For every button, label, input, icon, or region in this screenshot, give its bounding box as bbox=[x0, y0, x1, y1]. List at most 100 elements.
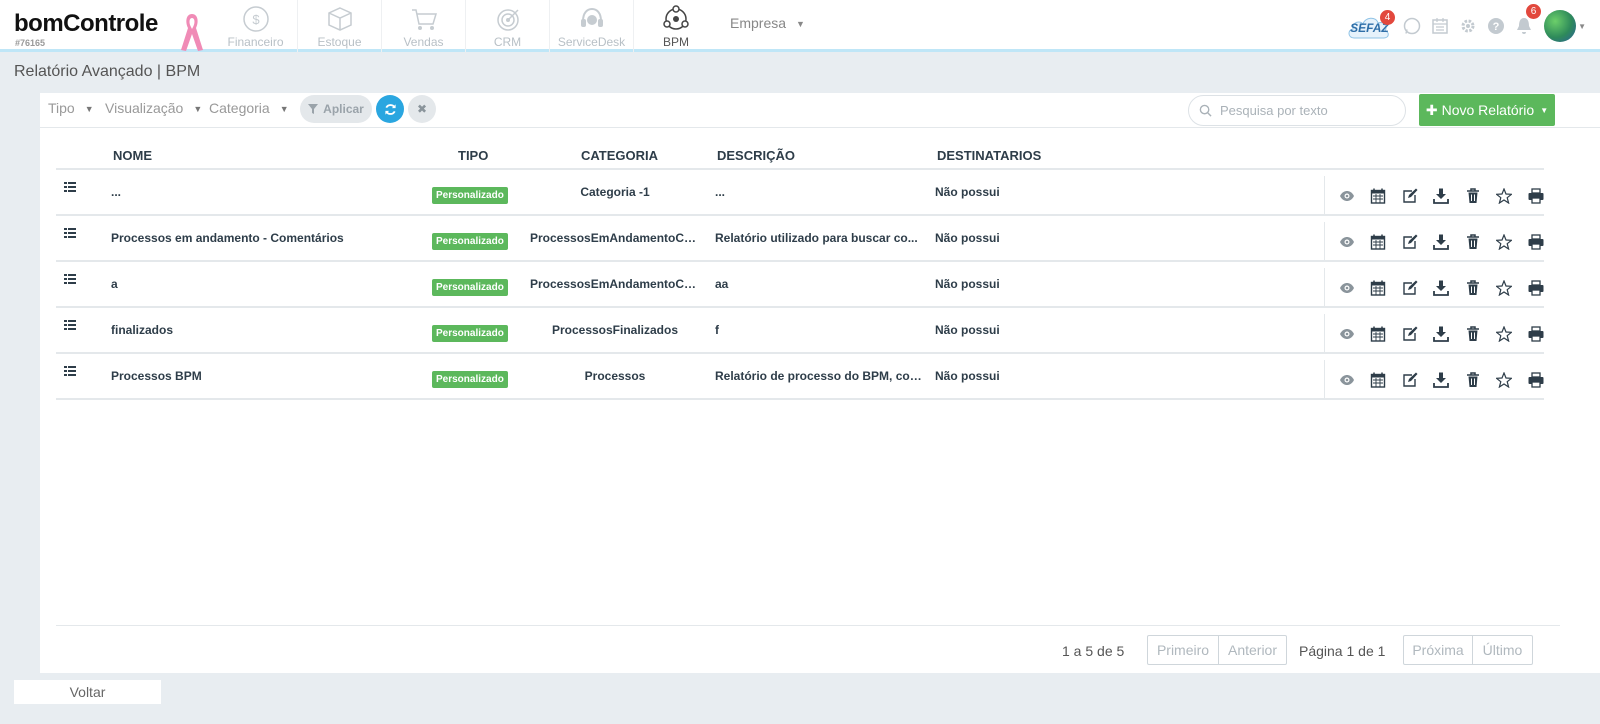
apply-filter-button[interactable]: Aplicar bbox=[300, 95, 372, 123]
clear-filter-button[interactable]: ✖ bbox=[408, 95, 436, 123]
brand-logo[interactable]: bomControle bbox=[14, 10, 158, 38]
print-icon bbox=[1528, 234, 1544, 250]
row-action-download-button[interactable] bbox=[1426, 366, 1458, 394]
help-button[interactable]: ? bbox=[1482, 12, 1510, 40]
filter-visualizacao[interactable]: Visualização ▼ bbox=[105, 100, 202, 116]
row-action-trash-button[interactable] bbox=[1457, 366, 1489, 394]
row-action-edit-button[interactable] bbox=[1394, 182, 1426, 210]
row-action-edit-button[interactable] bbox=[1394, 366, 1426, 394]
search-box[interactable] bbox=[1188, 95, 1406, 126]
row-action-star-button[interactable] bbox=[1489, 274, 1521, 302]
settings-button[interactable] bbox=[1454, 12, 1482, 40]
row-action-print-button[interactable] bbox=[1520, 182, 1552, 210]
row-action-calendar-button[interactable] bbox=[1363, 274, 1395, 302]
row-action-edit-button[interactable] bbox=[1394, 274, 1426, 302]
report-list-icon bbox=[64, 182, 76, 192]
cell-descricao: f bbox=[715, 323, 719, 337]
refresh-button[interactable] bbox=[376, 95, 404, 123]
cell-nome[interactable]: Processos BPM bbox=[111, 369, 411, 383]
row-action-star-button[interactable] bbox=[1489, 366, 1521, 394]
search-input[interactable] bbox=[1220, 103, 1390, 118]
new-report-button[interactable]: ✚ Novo Relatório ▼ bbox=[1419, 94, 1555, 126]
nav-item-estoque[interactable]: Estoque bbox=[298, 0, 382, 52]
report-panel: Tipo ▼ Visualização ▼ Categoria ▼ Aplicar ✖… bbox=[40, 93, 1600, 673]
download-icon bbox=[1433, 326, 1450, 342]
table-row[interactable]: Processos BPM Personalizado Processos Re… bbox=[56, 354, 1544, 400]
whatsapp-button[interactable] bbox=[1398, 12, 1426, 40]
row-action-calendar-button[interactable] bbox=[1363, 228, 1395, 256]
row-action-eye-button[interactable] bbox=[1331, 366, 1363, 394]
star-icon bbox=[1496, 326, 1513, 342]
bell-icon bbox=[1517, 18, 1532, 34]
row-action-print-button[interactable] bbox=[1520, 366, 1552, 394]
row-action-eye-button[interactable] bbox=[1331, 320, 1363, 348]
table-row[interactable]: ... Personalizado Categoria -1 ... Não p… bbox=[56, 170, 1544, 216]
notifications-button[interactable]: 6 bbox=[1510, 4, 1542, 40]
prev-page-button[interactable]: Anterior bbox=[1218, 636, 1286, 664]
row-action-calendar-button[interactable] bbox=[1363, 320, 1395, 348]
sefaz-button[interactable]: SEFAZ 4 bbox=[1346, 10, 1396, 40]
row-action-eye-button[interactable] bbox=[1331, 228, 1363, 256]
row-action-print-button[interactable] bbox=[1520, 320, 1552, 348]
col-descricao[interactable]: DESCRIÇÃO bbox=[717, 148, 795, 163]
row-action-eye-button[interactable] bbox=[1331, 182, 1363, 210]
table-row[interactable]: Processos em andamento - Comentários Per… bbox=[56, 216, 1544, 262]
row-action-star-button[interactable] bbox=[1489, 320, 1521, 348]
table-row[interactable]: a Personalizado ProcessosEmAndamentoCo..… bbox=[56, 262, 1544, 308]
caret-down-icon[interactable]: ▼ bbox=[1578, 22, 1586, 31]
row-action-star-button[interactable] bbox=[1489, 228, 1521, 256]
row-action-print-button[interactable] bbox=[1520, 228, 1552, 256]
nav-item-financeiro[interactable]: $ Financeiro bbox=[214, 0, 298, 52]
first-page-button[interactable]: Primeiro bbox=[1148, 636, 1218, 664]
print-icon bbox=[1528, 372, 1544, 388]
row-action-edit-button[interactable] bbox=[1394, 320, 1426, 348]
row-action-trash-button[interactable] bbox=[1457, 274, 1489, 302]
empresa-dropdown[interactable]: Empresa ▼ bbox=[730, 15, 805, 31]
row-action-download-button[interactable] bbox=[1426, 228, 1458, 256]
cell-nome[interactable]: finalizados bbox=[111, 323, 411, 337]
row-action-download-button[interactable] bbox=[1426, 182, 1458, 210]
back-button[interactable]: Voltar bbox=[14, 680, 161, 704]
report-list-icon bbox=[64, 320, 76, 330]
header-icons: SEFAZ 4 ? 6 ▼ bbox=[1346, 4, 1586, 42]
row-action-download-button[interactable] bbox=[1426, 274, 1458, 302]
filter-categoria-label: Categoria bbox=[209, 100, 270, 116]
cell-nome[interactable]: ... bbox=[111, 185, 411, 199]
table-row[interactable]: finalizados Personalizado ProcessosFinal… bbox=[56, 308, 1544, 354]
row-action-calendar-button[interactable] bbox=[1363, 366, 1395, 394]
edit-icon bbox=[1402, 234, 1418, 250]
trash-icon bbox=[1465, 372, 1481, 388]
nav-item-crm[interactable]: CRM bbox=[466, 0, 550, 52]
nav-label: CRM bbox=[493, 35, 522, 49]
avatar[interactable] bbox=[1544, 10, 1577, 42]
filter-categoria[interactable]: Categoria ▼ bbox=[209, 100, 289, 116]
row-action-trash-button[interactable] bbox=[1457, 182, 1489, 210]
next-page-button[interactable]: Próxima bbox=[1404, 636, 1472, 664]
last-page-button[interactable]: Último bbox=[1472, 636, 1532, 664]
cell-nome[interactable]: Processos em andamento - Comentários bbox=[111, 231, 411, 245]
apply-label: Aplicar bbox=[323, 102, 364, 116]
col-tipo[interactable]: TIPO bbox=[458, 148, 488, 163]
row-action-calendar-button[interactable] bbox=[1363, 182, 1395, 210]
close-icon: ✖ bbox=[416, 102, 428, 116]
row-action-eye-button[interactable] bbox=[1331, 274, 1363, 302]
row-action-download-button[interactable] bbox=[1426, 320, 1458, 348]
pagination-divider bbox=[56, 625, 1560, 626]
col-nome[interactable]: NOME bbox=[113, 148, 152, 163]
row-action-star-button[interactable] bbox=[1489, 182, 1521, 210]
row-action-edit-button[interactable] bbox=[1394, 228, 1426, 256]
row-action-trash-button[interactable] bbox=[1457, 228, 1489, 256]
cell-destinatarios: Não possui bbox=[935, 369, 1000, 383]
row-action-print-button[interactable] bbox=[1520, 274, 1552, 302]
nav-item-vendas[interactable]: Vendas bbox=[382, 0, 466, 52]
col-categoria[interactable]: CATEGORIA bbox=[581, 148, 658, 163]
filter-tipo[interactable]: Tipo ▼ bbox=[48, 100, 94, 116]
row-action-trash-button[interactable] bbox=[1457, 320, 1489, 348]
refresh-icon bbox=[384, 103, 396, 115]
cell-nome[interactable]: a bbox=[111, 277, 411, 291]
nav-item-bpm[interactable]: BPM bbox=[634, 0, 718, 52]
col-destinatarios[interactable]: DESTINATARIOS bbox=[937, 148, 1041, 163]
eye-icon bbox=[1339, 326, 1355, 342]
nav-item-servicedesk[interactable]: ServiceDesk bbox=[550, 0, 634, 52]
calendar-button[interactable] bbox=[1426, 12, 1454, 40]
